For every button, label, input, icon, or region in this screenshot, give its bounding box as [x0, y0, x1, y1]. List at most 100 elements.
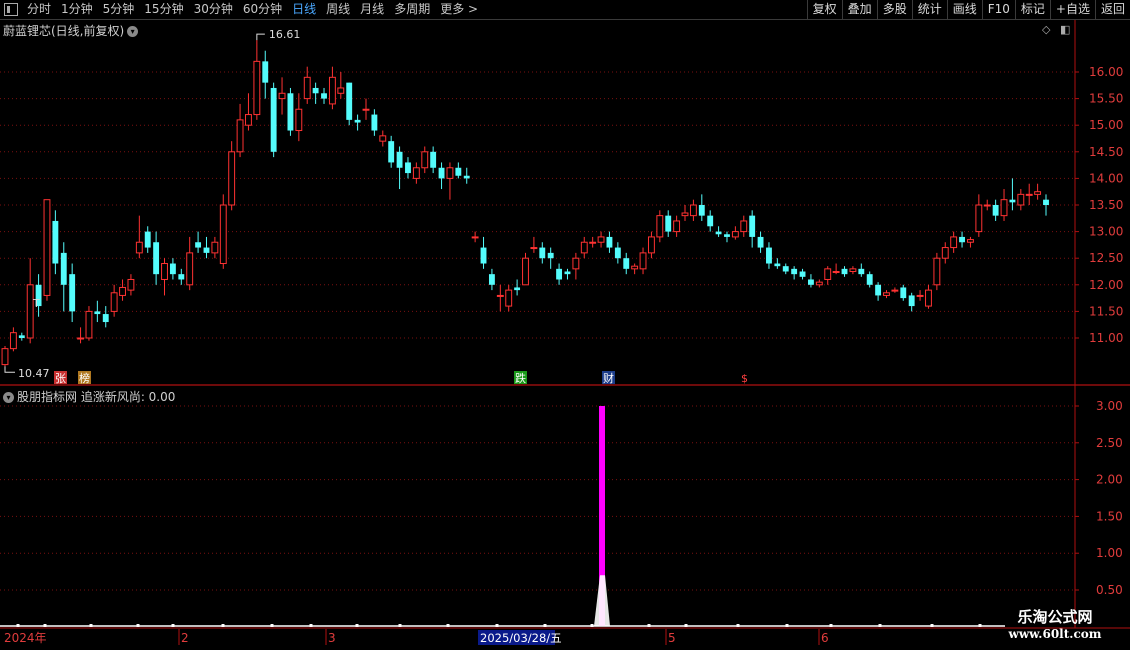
- candle-body-down: [539, 247, 546, 259]
- chevron-down-icon[interactable]: ▾: [127, 26, 139, 37]
- price-label: 14.00: [1089, 171, 1123, 185]
- candle-body-down: [60, 252, 67, 285]
- candle-body-down: [438, 167, 445, 179]
- candle-body-up: [916, 294, 924, 297]
- candle-body-down: [606, 236, 613, 248]
- price-label: 13.00: [1089, 225, 1123, 239]
- indicator-point: [43, 624, 47, 627]
- candle-body-up: [253, 60, 261, 116]
- indicator-point: [829, 624, 833, 627]
- event-marker: 跌: [515, 371, 526, 385]
- candle-body-down: [371, 114, 378, 131]
- indicator-label: 1.50: [1096, 509, 1123, 523]
- indicator-point: [684, 624, 688, 627]
- candle-body-up: [925, 289, 932, 307]
- candle-body-up: [421, 151, 429, 169]
- low-label: 10.47: [18, 367, 50, 380]
- price-label: 14.50: [1089, 145, 1123, 159]
- candle-body-down: [774, 263, 781, 267]
- candle-body-up: [950, 236, 958, 249]
- candle-body-down: [782, 266, 789, 272]
- candle-body-up: [740, 220, 748, 233]
- indicator-point: [171, 624, 175, 627]
- candle-body-down: [908, 295, 915, 307]
- watermark: 乐淘公式网 www.60lt.com: [985, 608, 1125, 642]
- candle-body-down: [766, 247, 772, 264]
- candle-body-up: [1000, 199, 1008, 217]
- price-label: 12.00: [1089, 278, 1123, 292]
- candle-body-up: [127, 278, 135, 291]
- candlestick-series: [1, 40, 1049, 367]
- panel-maximize-icon[interactable]: ◧: [1060, 23, 1070, 36]
- candle-body-up: [580, 241, 588, 254]
- candle-body-down: [195, 242, 202, 248]
- candle-body-down: [388, 141, 395, 163]
- candle-body-up: [975, 204, 983, 233]
- candle-body-down: [287, 93, 294, 131]
- candle-body-up: [849, 268, 857, 272]
- indicator-point: [221, 624, 225, 627]
- indicator-point: [930, 624, 934, 627]
- price-label: 11.50: [1089, 304, 1123, 318]
- candle-body-up: [933, 257, 941, 286]
- diamond-icon[interactable]: ◇: [1042, 23, 1050, 36]
- candle-body-down: [715, 231, 722, 235]
- candle-body-up: [731, 231, 739, 238]
- candle-body-up: [589, 241, 597, 244]
- candle-body-down: [455, 167, 462, 176]
- high-pointer: [256, 33, 265, 41]
- candle-body-down: [321, 93, 327, 99]
- candle-body-down: [900, 287, 907, 299]
- indicator-point: [309, 624, 313, 627]
- candle-body-up: [362, 108, 370, 111]
- indicator-point: [355, 624, 359, 627]
- candle-body-up: [824, 268, 832, 280]
- candle-body-down: [102, 314, 109, 323]
- price-label: 15.50: [1089, 92, 1123, 106]
- chart-canvas[interactable]: 16.00 15.50 15.00 14.50 14.00 13.50 13.00 12.50…: [0, 0, 1130, 650]
- candle-body-up: [631, 265, 639, 270]
- candle-body-up: [1017, 193, 1025, 206]
- indicator-point: [878, 624, 882, 627]
- candle-body-down: [749, 215, 756, 237]
- candle-body-down: [807, 279, 814, 285]
- candle-body-down: [169, 263, 176, 275]
- candle-body-down: [396, 151, 403, 168]
- event-marker: 榜: [79, 371, 90, 385]
- indicator-point: [89, 624, 93, 627]
- time-label: 2: [181, 631, 189, 645]
- candle-body-up: [379, 135, 387, 142]
- candle-body-up: [446, 167, 454, 179]
- candle-body-up: [77, 337, 84, 340]
- indicator-label: 1.00: [1096, 546, 1123, 560]
- candle-body-down: [875, 284, 882, 296]
- candle-body-up: [110, 292, 118, 312]
- candle-body-down: [665, 215, 672, 232]
- candle-body-up: [245, 114, 252, 126]
- indicator-series: [0, 406, 1005, 627]
- indicator-point: [785, 624, 789, 627]
- candle-body-up: [1025, 193, 1033, 196]
- chevron-down-icon[interactable]: ▾: [3, 392, 14, 403]
- candle-body-up: [1034, 191, 1042, 195]
- candle-body-up: [471, 236, 479, 239]
- candle-body-up: [639, 252, 647, 270]
- indicator-label: 0.50: [1096, 583, 1123, 597]
- indicator-point: [270, 624, 274, 627]
- candle-body-down: [623, 258, 630, 269]
- candle-body-up: [597, 236, 605, 243]
- candle-body-up: [119, 286, 126, 296]
- indicator-point: [136, 624, 140, 627]
- candle-body-up: [891, 289, 899, 292]
- event-marker: 张: [55, 372, 66, 385]
- candle-body-up: [883, 292, 890, 296]
- panel-frame: [0, 20, 1130, 629]
- candle-body-down: [480, 247, 487, 264]
- indicator-point: [590, 624, 594, 627]
- candle-body-down: [262, 61, 269, 83]
- time-label: 2024年: [4, 631, 47, 645]
- candle-body-down: [430, 151, 437, 168]
- candle-body-up: [572, 257, 580, 270]
- candle-body-up: [412, 167, 420, 179]
- candle-body-down: [346, 82, 353, 120]
